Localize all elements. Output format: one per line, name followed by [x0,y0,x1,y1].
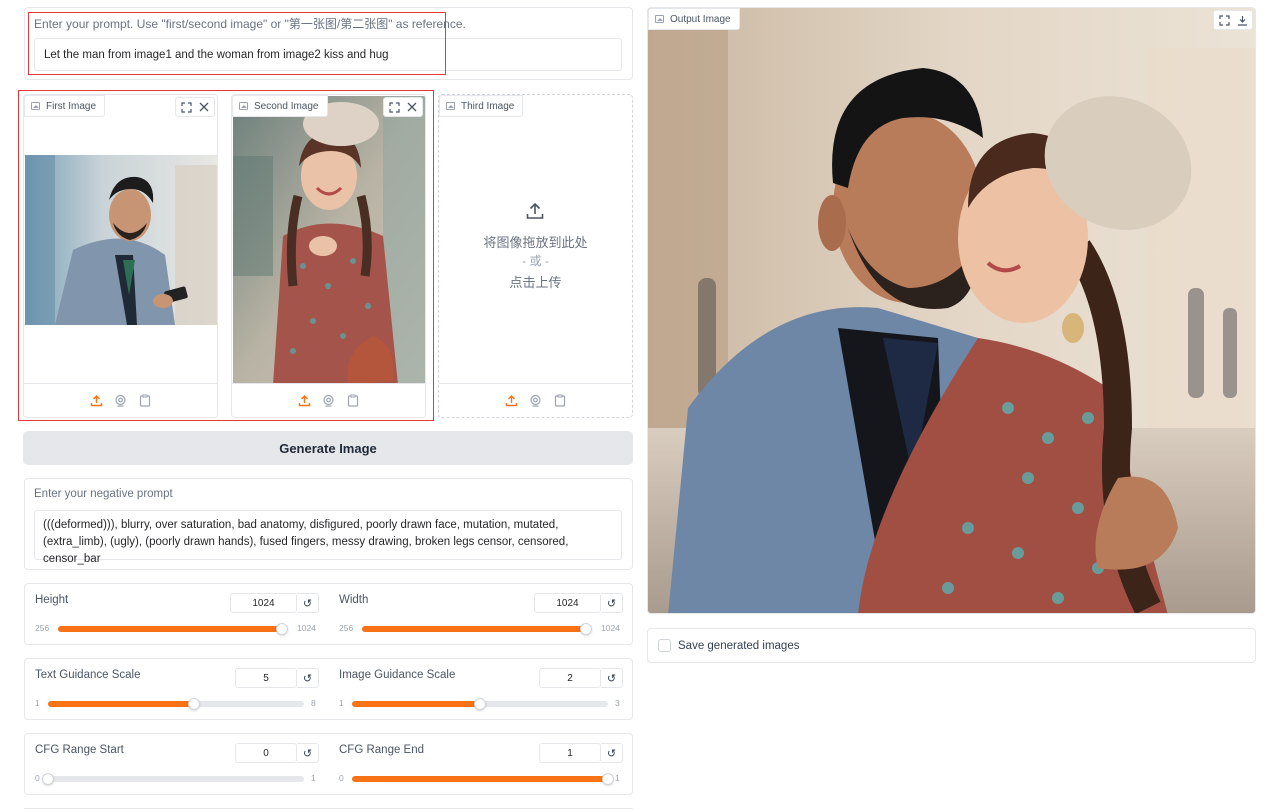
negative-prompt-input[interactable]: (((deformed))), blurry, over saturation,… [34,510,622,565]
height-reset-icon[interactable]: ↺ [297,593,319,613]
width-min: 256 [339,623,354,633]
height-label: Height [35,594,69,606]
text-guidance-slider-block: Text Guidance Scale 5 ↺ 1 8 [25,659,319,721]
image-guidance-slider-thumb[interactable] [474,698,486,710]
output-image-photo [648,8,1255,613]
upload-icon[interactable] [505,394,519,408]
height-max: 1024 [297,623,316,633]
guidance-sliders-panel: Text Guidance Scale 5 ↺ 1 8 Image Guidan… [24,658,633,720]
cfg-end-slider-thumb[interactable] [602,773,614,785]
image-guidance-number-input[interactable]: 2 [539,668,601,688]
clipboard-icon[interactable] [553,394,567,408]
width-reset-icon[interactable]: ↺ [601,593,623,613]
cfg-start-min: 0 [35,773,40,783]
cfg-start-label: CFG Range Start [35,744,124,756]
save-generated-images-label: Save generated images [678,639,800,652]
size-sliders-panel: Height 1024 ↺ 256 1024 Width 1024 ↺ 256 … [24,583,633,645]
drop-text: 将图像拖放到此处 [483,235,588,250]
cfg-end-min: 0 [339,773,344,783]
image-guidance-slider[interactable] [352,698,608,710]
height-slider-thumb[interactable] [276,623,288,635]
text-guidance-slider-thumb[interactable] [188,698,201,710]
download-icon[interactable] [1234,12,1250,28]
width-max: 1024 [601,623,620,633]
height-number-input[interactable]: 1024 [230,593,297,613]
upload-large-icon [525,201,545,224]
height-slider-fill [58,626,282,632]
output-image-controls [1213,10,1253,30]
cfg-end-slider-block: CFG Range End 1 ↺ 0 1 [329,734,623,796]
third-image-label-tag: Third Image [439,95,524,117]
width-number-input[interactable]: 1024 [534,593,601,613]
image-icon [655,15,664,23]
webcam-icon[interactable] [529,394,543,408]
output-image-card[interactable]: Output Image [647,7,1256,614]
text-guidance-number-input[interactable]: 5 [235,668,297,688]
cfg-start-slider-block: CFG Range Start 0 ↺ 0 1 [25,734,319,796]
image-guidance-slider-block: Image Guidance Scale 2 ↺ 1 3 [329,659,623,721]
cfg-start-max: 1 [311,773,316,783]
width-slider[interactable] [362,623,592,635]
text-guidance-slider[interactable] [48,698,304,710]
width-slider-fill [362,626,586,632]
cfg-end-reset-icon[interactable]: ↺ [601,743,623,763]
cfg-start-reset-icon[interactable]: ↺ [297,743,319,763]
text-guidance-label: Text Guidance Scale [35,669,141,681]
third-image-label: Third Image [461,100,515,112]
cfg-sliders-panel: CFG Range Start 0 ↺ 0 1 CFG Range End 1 … [24,733,633,795]
negative-prompt-label: Enter your negative prompt [34,488,173,500]
drop-or-text: - 或 - [522,254,549,268]
text-guidance-reset-icon[interactable]: ↺ [297,668,319,688]
highlight-box-prompt [28,12,446,75]
height-slider-block: Height 1024 ↺ 256 1024 [25,584,319,646]
save-generated-images-row[interactable]: Save generated images [647,628,1256,663]
third-image-dropzone[interactable]: Third Image 将图像拖放到此处 - 或 - 点击上传 [438,94,633,418]
image-icon [446,102,455,110]
cfg-start-slider-thumb[interactable] [42,773,54,785]
cfg-end-label: CFG Range End [339,744,425,756]
text-guidance-slider-fill [48,701,195,707]
height-slider[interactable] [58,623,288,635]
width-slider-thumb[interactable] [580,623,592,635]
image-guidance-slider-fill [352,701,480,707]
save-generated-images-checkbox[interactable] [658,639,671,652]
height-min: 256 [35,623,50,633]
highlight-box-images [18,90,434,421]
cfg-end-max: 1 [615,773,620,783]
output-image-label: Output Image [670,13,731,25]
image-guidance-reset-icon[interactable]: ↺ [601,668,623,688]
width-label: Width [339,594,369,606]
cfg-start-slider[interactable] [42,773,304,785]
third-image-footer [439,383,632,417]
width-slider-block: Width 1024 ↺ 256 1024 [329,584,623,646]
generate-image-button[interactable]: Generate Image [23,431,633,465]
output-image-label-tag: Output Image [648,8,740,30]
text-guidance-min: 1 [35,698,40,708]
cfg-end-slider-fill [352,776,608,782]
cfg-end-number-input[interactable]: 1 [539,743,601,763]
cfg-start-number-input[interactable]: 0 [235,743,297,763]
text-guidance-max: 8 [311,698,316,708]
image-guidance-max: 3 [615,698,620,708]
image-guidance-min: 1 [339,698,344,708]
image-guidance-label: Image Guidance Scale [339,669,456,681]
cfg-end-slider[interactable] [352,773,614,785]
next-panel-edge [24,808,633,812]
click-upload-text: 点击上传 [509,275,562,290]
fullscreen-icon[interactable] [1216,12,1232,28]
